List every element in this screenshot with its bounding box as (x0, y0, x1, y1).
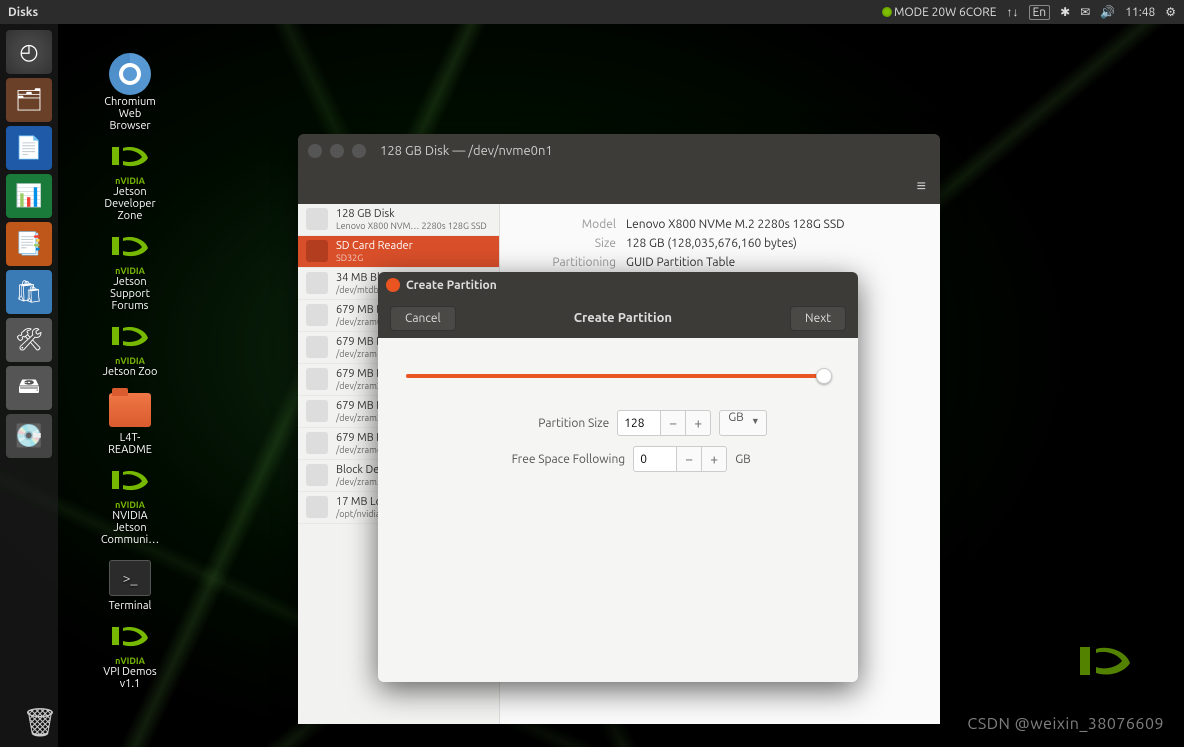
window-header-bar: ≡ (298, 168, 940, 204)
free-increment-button[interactable]: + (701, 446, 727, 472)
model-value: Lenovo X800 NVMe M.2 2280s 128G SSD (626, 218, 845, 231)
drive-icon (306, 464, 328, 486)
desktop-icon[interactable]: n​VIDIANVIDIA Jetson Communi… (75, 468, 185, 546)
settings-icon[interactable]: 🛠 (6, 318, 52, 362)
files-icon[interactable]: 🗂 (6, 78, 52, 122)
trash-icon[interactable]: 🗑 (22, 706, 58, 739)
impress-icon[interactable]: 📑 (6, 222, 52, 266)
calc-icon[interactable]: 📊 (6, 174, 52, 218)
drive-icon (306, 336, 328, 358)
keyboard-layout-indicator[interactable]: En (1029, 5, 1051, 20)
device-list-item[interactable]: SD Card ReaderSD32G (298, 236, 499, 268)
dialog-title: Create Partition (456, 311, 790, 325)
drive-icon (306, 368, 328, 390)
status-area: MODE 20W 6CORE ↑↓ En ✱ ✉ 🔊 11:48 ⚙ (882, 5, 1176, 20)
next-button[interactable]: Next (790, 306, 846, 331)
desktop-icon[interactable]: L4T- README (75, 390, 185, 456)
slider-thumb[interactable] (816, 368, 832, 384)
drive-icon (306, 208, 328, 230)
free-space-input[interactable] (633, 446, 677, 472)
window-maximize-icon[interactable] (352, 144, 366, 158)
desktop-icon[interactable]: >_Terminal (75, 558, 185, 612)
software-icon[interactable]: 🛍 (6, 270, 52, 314)
desktop-icon[interactable]: n​VIDIAJetson Support Forums (75, 234, 185, 312)
drive-icon (306, 272, 328, 294)
cancel-button[interactable]: Cancel (390, 306, 456, 331)
mail-icon[interactable]: ✉ (1080, 5, 1090, 19)
size-value: 128 GB (128,035,676,160 bytes) (626, 237, 797, 250)
drive-icon (306, 240, 328, 262)
partition-size-label: Partition Size (469, 417, 609, 430)
volume-icon[interactable]: 🔊 (1100, 5, 1115, 19)
watermark: CSDN @weixin_38076609 (967, 715, 1164, 733)
disks-app-icon[interactable]: 🖴 (6, 366, 52, 410)
window-titlebar[interactable]: 128 GB Disk — /dev/nvme0n1 (298, 134, 940, 168)
free-decrement-button[interactable]: − (676, 446, 702, 472)
drive-icon (306, 432, 328, 454)
desktop-icon[interactable]: n​VIDIAJetson Developer Zone (75, 144, 185, 222)
active-app-title: Disks (8, 6, 882, 19)
nvidia-logo (1076, 639, 1136, 683)
desktop-icons-column: Chromium Web Browser n​VIDIAJetson Develo… (75, 54, 185, 690)
power-mode-indicator[interactable]: MODE 20W 6CORE (882, 6, 997, 19)
ubuntu-dash-icon[interactable]: ◴ (6, 30, 52, 74)
clock[interactable]: 11:48 (1125, 6, 1155, 19)
size-unit-select[interactable]: GB (719, 410, 767, 436)
slider-track (406, 374, 830, 378)
bluetooth-icon[interactable]: ✱ (1060, 5, 1070, 19)
drive-icon (306, 400, 328, 422)
model-label: Model (518, 218, 616, 231)
free-space-label: Free Space Following (485, 453, 625, 466)
create-partition-dialog: Create Partition Cancel Create Partition… (378, 272, 858, 682)
hamburger-menu-icon[interactable]: ≡ (917, 177, 926, 196)
window-close-icon[interactable] (308, 144, 322, 158)
size-increment-button[interactable]: + (685, 410, 711, 436)
desktop-icon[interactable]: n​VIDIAVPI Demos v1.1 (75, 624, 185, 690)
unity-launcher: ◴ 🗂 📄 📊 📑 🛍 🛠 🖴 💽 (0, 24, 58, 747)
dialog-titlebar[interactable]: Create Partition (378, 272, 858, 298)
size-decrement-button[interactable]: − (660, 410, 686, 436)
desktop: ◴ 🗂 📄 📊 📑 🛍 🛠 🖴 💽 Chromium Web Browser n​… (0, 24, 1184, 747)
free-space-unit: GB (735, 453, 751, 466)
top-menu-bar: Disks MODE 20W 6CORE ↑↓ En ✱ ✉ 🔊 11:48 ⚙ (0, 0, 1184, 24)
partition-size-slider[interactable] (406, 366, 830, 386)
drive-icon[interactable]: 💽 (6, 414, 52, 458)
dialog-window-title: Create Partition (406, 279, 497, 292)
desktop-icon[interactable]: n​VIDIAJetson Zoo (75, 324, 185, 378)
partitioning-value: GUID Partition Table (626, 256, 735, 269)
window-minimize-icon[interactable] (330, 144, 344, 158)
network-icon[interactable]: ↑↓ (1007, 5, 1019, 19)
settings-gear-icon[interactable]: ⚙ (1165, 5, 1176, 19)
device-list-item[interactable]: 128 GB DiskLenovo X800 NVM… 2280s 128G S… (298, 204, 499, 236)
writer-icon[interactable]: 📄 (6, 126, 52, 170)
size-label: Size (518, 237, 616, 250)
window-title: 128 GB Disk — /dev/nvme0n1 (380, 144, 553, 158)
dialog-header: Cancel Create Partition Next (378, 298, 858, 338)
partitioning-label: Partitioning (518, 256, 616, 269)
partition-size-input[interactable] (617, 410, 661, 436)
drive-icon (306, 304, 328, 326)
drive-icon (306, 496, 328, 518)
dialog-close-icon[interactable] (386, 278, 400, 292)
desktop-icon[interactable]: Chromium Web Browser (75, 54, 185, 132)
